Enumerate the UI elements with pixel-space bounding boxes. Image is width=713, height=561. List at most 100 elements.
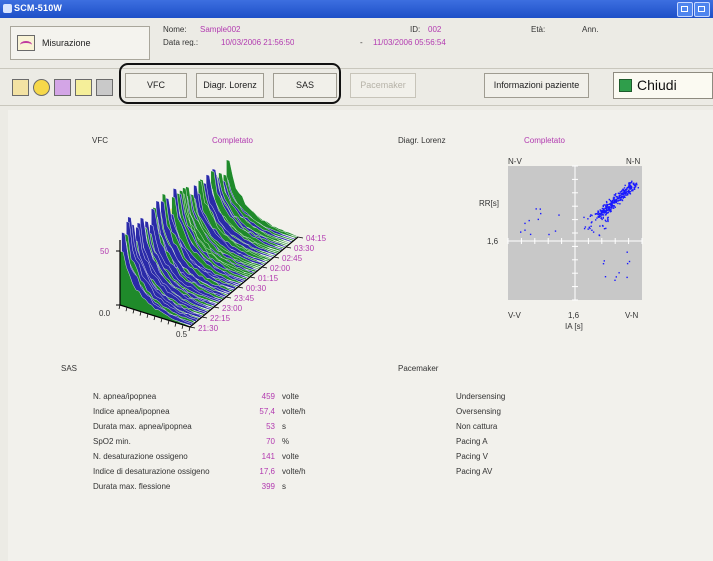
pacemaker-item: Non cattura	[456, 422, 498, 431]
sas-row-unit: s	[282, 422, 286, 431]
vfc-time-label: 00:30	[246, 284, 267, 293]
lorenz-point	[622, 194, 625, 196]
lorenz-x-tick-label: 1,6	[568, 311, 580, 320]
vfc-time-tick	[285, 246, 292, 249]
lorenz-point	[612, 201, 615, 204]
vfc-time-tick	[261, 266, 268, 269]
lorenz-point	[554, 230, 557, 232]
lorenz-point	[637, 187, 639, 189]
lorenz-point	[629, 182, 631, 184]
lorenz-point	[618, 199, 621, 201]
sas-row-value: 57,4	[259, 407, 275, 416]
vfc-x-tick	[188, 326, 191, 332]
lorenz-point	[596, 217, 598, 219]
lorenz-vn-label: V-N	[625, 311, 639, 320]
lorenz-point	[627, 185, 630, 188]
lorenz-point	[606, 202, 608, 204]
vfc-x-tick	[139, 311, 142, 316]
vfc-time-tick	[237, 286, 244, 289]
vfc-time-label: 02:45	[282, 254, 303, 263]
lorenz-point	[626, 187, 628, 189]
lorenz-point	[633, 183, 635, 185]
lorenz-point	[618, 272, 620, 274]
vfc-ridges	[119, 159, 299, 328]
lorenz-point	[539, 208, 541, 210]
lorenz-point	[617, 202, 619, 205]
lorenz-point	[629, 184, 632, 187]
application-window: SCM-510W Misurazione Nome: Sample002 Dat…	[0, 0, 713, 561]
lorenz-point	[587, 228, 589, 230]
lorenz-point	[619, 195, 621, 198]
vfc-time-label: 03:30	[294, 244, 315, 253]
vfc-x-tick	[181, 324, 184, 329]
lorenz-point	[622, 197, 624, 199]
lorenz-point	[634, 185, 636, 188]
lorenz-point	[621, 199, 623, 201]
lorenz-point	[590, 222, 593, 224]
lorenz-point	[620, 197, 622, 199]
lorenz-point	[599, 214, 601, 217]
lorenz-point	[605, 220, 607, 223]
vfc-time-tick	[225, 296, 232, 299]
sas-row-label: N. desaturazione ossigeno	[93, 452, 188, 461]
lorenz-point	[623, 195, 625, 197]
sas-row-unit: volte/h	[282, 467, 306, 476]
lorenz-point	[624, 184, 626, 187]
lorenz-point	[587, 218, 589, 220]
lorenz-point	[615, 196, 618, 198]
lorenz-point	[588, 226, 590, 228]
vfc-time-label: 23:45	[234, 294, 255, 303]
lorenz-point	[602, 225, 604, 227]
lorenz-point	[602, 205, 604, 207]
vfc-x-tick	[118, 304, 121, 310]
lorenz-point	[631, 186, 633, 189]
pacemaker-item: Undersensing	[456, 392, 506, 401]
pacemaker-item: Pacing A	[456, 437, 488, 446]
sas-row-value: 459	[261, 392, 275, 401]
vfc-x-tick	[160, 318, 163, 323]
vfc-time-tick	[273, 256, 280, 259]
lorenz-point	[597, 216, 600, 218]
lorenz-point	[610, 203, 613, 205]
lorenz-point	[628, 190, 630, 192]
lorenz-point	[633, 187, 635, 189]
lorenz-point	[610, 200, 613, 202]
lorenz-point	[615, 193, 617, 195]
lorenz-point	[615, 276, 617, 278]
pacemaker-item: Oversensing	[456, 407, 501, 416]
lorenz-point	[602, 211, 604, 214]
lorenz-nv-label: N-V	[508, 157, 522, 166]
vfc-time-label: 01:15	[258, 274, 279, 283]
lorenz-point	[626, 262, 629, 265]
vfc-y-tick-label-50: 50	[100, 247, 109, 256]
vfc-time-label: 21:30	[198, 324, 219, 333]
sas-row-label: Durata max. flessione	[93, 482, 171, 491]
pacemaker-title: Pacemaker	[398, 364, 439, 373]
lorenz-point	[589, 215, 591, 217]
lorenz-point	[524, 222, 526, 225]
lorenz-point	[601, 207, 604, 210]
lorenz-point	[595, 219, 597, 221]
pacemaker-item: Pacing AV	[456, 467, 493, 476]
lorenz-point	[626, 194, 629, 196]
lorenz-point	[626, 191, 628, 193]
lorenz-title: Diagr. Lorenz	[398, 136, 446, 145]
sas-row-value: 17,6	[259, 467, 275, 476]
sas-row-value: 141	[261, 452, 275, 461]
lorenz-point	[629, 193, 632, 195]
vfc-y-tick-label-0: 0.0	[99, 309, 111, 318]
lorenz-y-tick-label: 1,6	[487, 237, 499, 246]
lorenz-status: Completato	[524, 136, 565, 145]
lorenz-point	[617, 197, 619, 199]
sas-row-value: 399	[261, 482, 275, 491]
lorenz-point	[607, 216, 609, 219]
vfc-x-tick-label: 0.5	[176, 330, 188, 339]
lorenz-point	[600, 212, 602, 214]
lorenz-point	[584, 226, 587, 228]
lorenz-point	[605, 227, 607, 230]
lorenz-point	[590, 225, 592, 227]
vfc-x-tick	[174, 322, 177, 327]
lorenz-point	[612, 205, 615, 207]
lorenz-point	[558, 214, 560, 216]
lorenz-point	[602, 217, 604, 219]
